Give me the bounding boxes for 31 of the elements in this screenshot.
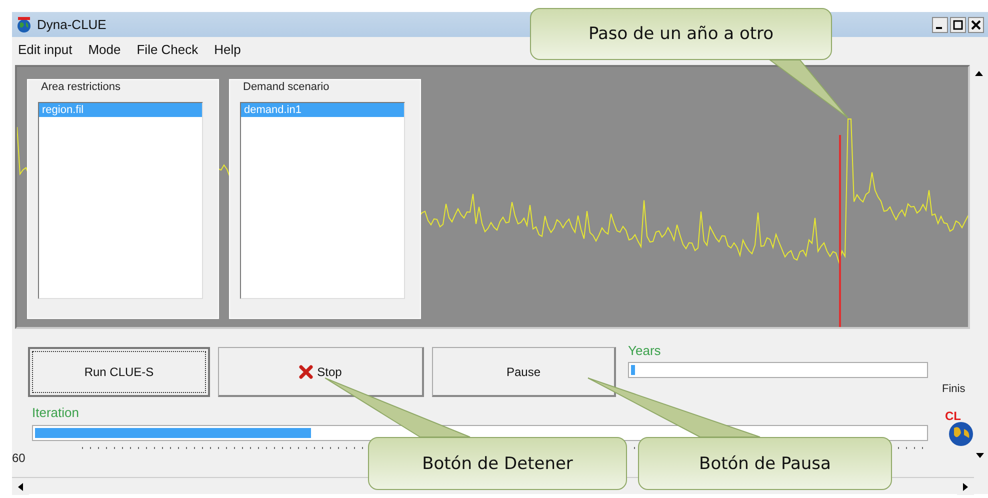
action-button[interactable]: Run CLUE-S <box>28 347 210 397</box>
caret-down-icon <box>976 453 984 458</box>
logo-text: CL <box>945 409 961 423</box>
menu-item[interactable]: Mode <box>88 42 121 56</box>
window-title: Dyna-CLUE <box>37 17 106 32</box>
ruler-value: 60 <box>12 451 26 465</box>
menu-item[interactable]: Help <box>214 42 241 56</box>
action-button[interactable]: Pause <box>432 347 616 397</box>
maximize-icon <box>953 20 963 30</box>
progress-label: Years <box>628 343 662 358</box>
callout: Botón de Detener <box>368 437 627 490</box>
callout: Botón de Pausa <box>638 437 892 490</box>
group-title: Demand scenario <box>242 81 330 93</box>
caret-up-icon <box>974 71 982 76</box>
minimize-button[interactable] <box>932 16 948 32</box>
maximize-button[interactable] <box>950 16 966 32</box>
globe-icon <box>948 421 974 447</box>
progress-label: Iteration <box>32 405 80 420</box>
x-icon <box>299 364 314 378</box>
minimize-icon <box>936 26 942 28</box>
menu-item[interactable]: Edit input <box>18 42 72 56</box>
callout: Paso de un año a otro <box>530 8 832 60</box>
caret-left-icon <box>18 482 23 490</box>
globe-icon <box>16 16 32 32</box>
group-title: Area restrictions <box>40 81 122 93</box>
menu-item[interactable]: File Check <box>136 42 198 56</box>
caret-right-icon <box>963 482 968 490</box>
close-button[interactable] <box>968 16 984 32</box>
status-text: Finis <box>942 383 966 395</box>
action-button[interactable]: Stop <box>218 347 424 397</box>
close-icon <box>971 20 981 30</box>
